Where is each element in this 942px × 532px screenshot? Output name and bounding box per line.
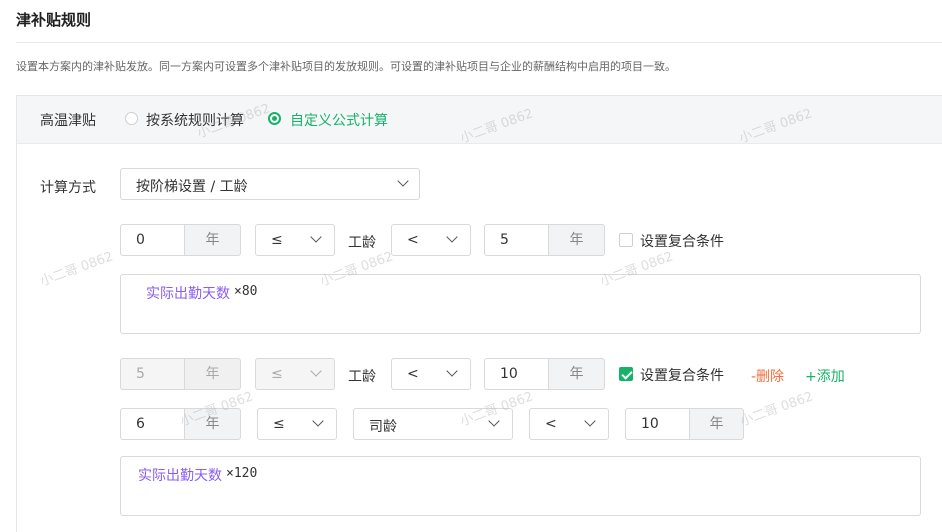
rule1-to-value: 5	[500, 232, 509, 248]
rule2-sub-from-input[interactable]: 6	[120, 408, 185, 440]
chevron-down-icon	[584, 415, 596, 427]
radio-custom-formula-label: 自定义公式计算	[290, 113, 388, 129]
rule2-sub-from-value: 6	[136, 416, 145, 432]
rule2-from-unit: 年	[185, 358, 241, 390]
radio-checked-icon	[268, 112, 281, 125]
rule2-sub-to-input[interactable]: 10	[625, 408, 690, 440]
rule2-op1-value: ≤	[271, 366, 283, 382]
chevron-down-icon	[446, 365, 458, 377]
rule2-op2-value: <	[407, 366, 419, 382]
rule2-sub-op1-value: ≤	[273, 416, 285, 432]
rule2-formula-variable: 实际出勤天数	[138, 468, 222, 484]
card-header: 高温津贴 按系统规则计算 自定义公式计算	[17, 96, 942, 144]
rule2-op1-select: ≤	[255, 358, 335, 390]
rule1-formula-operator: ×80	[234, 284, 258, 299]
rule2-sub-to-value: 10	[641, 416, 659, 432]
rule2-to-unit: 年	[549, 358, 605, 390]
rule2-op2-select[interactable]: <	[391, 358, 471, 390]
rule2-to-input[interactable]: 10	[484, 358, 549, 390]
rule1-field-label: 工龄	[348, 235, 376, 251]
checkbox-empty-icon	[619, 233, 633, 247]
chevron-down-icon	[446, 231, 458, 243]
page-title: 津补贴规则	[16, 11, 92, 29]
chevron-down-icon	[488, 415, 500, 427]
radio-system-rule-label: 按系统规则计算	[146, 113, 244, 129]
rule2-formula-editor[interactable]: 实际出勤天数 ×120	[120, 456, 921, 516]
rule1-op1-select[interactable]: ≤	[255, 224, 335, 256]
rule1-op2-select[interactable]: <	[391, 224, 471, 256]
rule1-from-value: 0	[136, 232, 145, 248]
checkbox-checked-icon	[619, 367, 633, 381]
rule2-from-value: 5	[136, 366, 145, 382]
rule2-compound-label: 设置复合条件	[640, 368, 724, 384]
page-description: 设置本方案内的津补贴发放。同一方案内可设置多个津补贴项目的发放规则。可设置的津补…	[16, 60, 676, 73]
chevron-down-icon	[310, 231, 322, 243]
radio-circle-icon	[125, 112, 138, 125]
rule2-from-input: 5	[120, 358, 185, 390]
rule1-op2-value: <	[407, 232, 419, 248]
chevron-down-icon	[397, 175, 409, 187]
rule1-from-input[interactable]: 0	[120, 224, 185, 256]
calc-method-value: 按阶梯设置 / 工龄	[136, 179, 248, 195]
rule1-to-unit: 年	[549, 224, 605, 256]
rule2-sub-to-unit: 年	[690, 408, 744, 440]
allowance-card: 高温津贴 按系统规则计算 自定义公式计算 计算方式 按阶梯设置 / 工龄 0 年…	[16, 95, 942, 532]
chevron-down-icon	[310, 365, 322, 377]
rule2-formula-operator: ×120	[226, 466, 258, 481]
rule2-field-label: 工龄	[348, 369, 376, 385]
rule2-delete-button[interactable]: -删除	[751, 366, 784, 386]
rule1-formula-editor[interactable]: 实际出勤天数 ×80	[120, 274, 921, 334]
rule1-to-input[interactable]: 5	[484, 224, 549, 256]
allowance-name: 高温津贴	[40, 113, 96, 129]
rule2-sub-op2-value: <	[545, 416, 557, 432]
calc-method-select[interactable]: 按阶梯设置 / 工龄	[120, 168, 420, 200]
rule2-sub-field-value: 司龄	[369, 419, 397, 435]
rule2-sub-op2-select[interactable]: <	[529, 408, 609, 440]
rule2-sub-field-select[interactable]: 司龄	[353, 408, 513, 440]
rule2-to-value: 10	[500, 366, 518, 382]
rule1-formula-variable: 实际出勤天数	[146, 286, 230, 302]
calc-method-label: 计算方式	[40, 180, 96, 196]
rule1-from-unit: 年	[185, 224, 241, 256]
rule2-sub-op1-select[interactable]: ≤	[257, 408, 337, 440]
rule2-add-button[interactable]: +添加	[805, 366, 845, 386]
rule2-sub-from-unit: 年	[185, 408, 241, 440]
rule1-op1-value: ≤	[271, 232, 283, 248]
rule1-compound-label: 设置复合条件	[640, 234, 724, 250]
title-divider	[16, 42, 942, 43]
chevron-down-icon	[312, 415, 324, 427]
